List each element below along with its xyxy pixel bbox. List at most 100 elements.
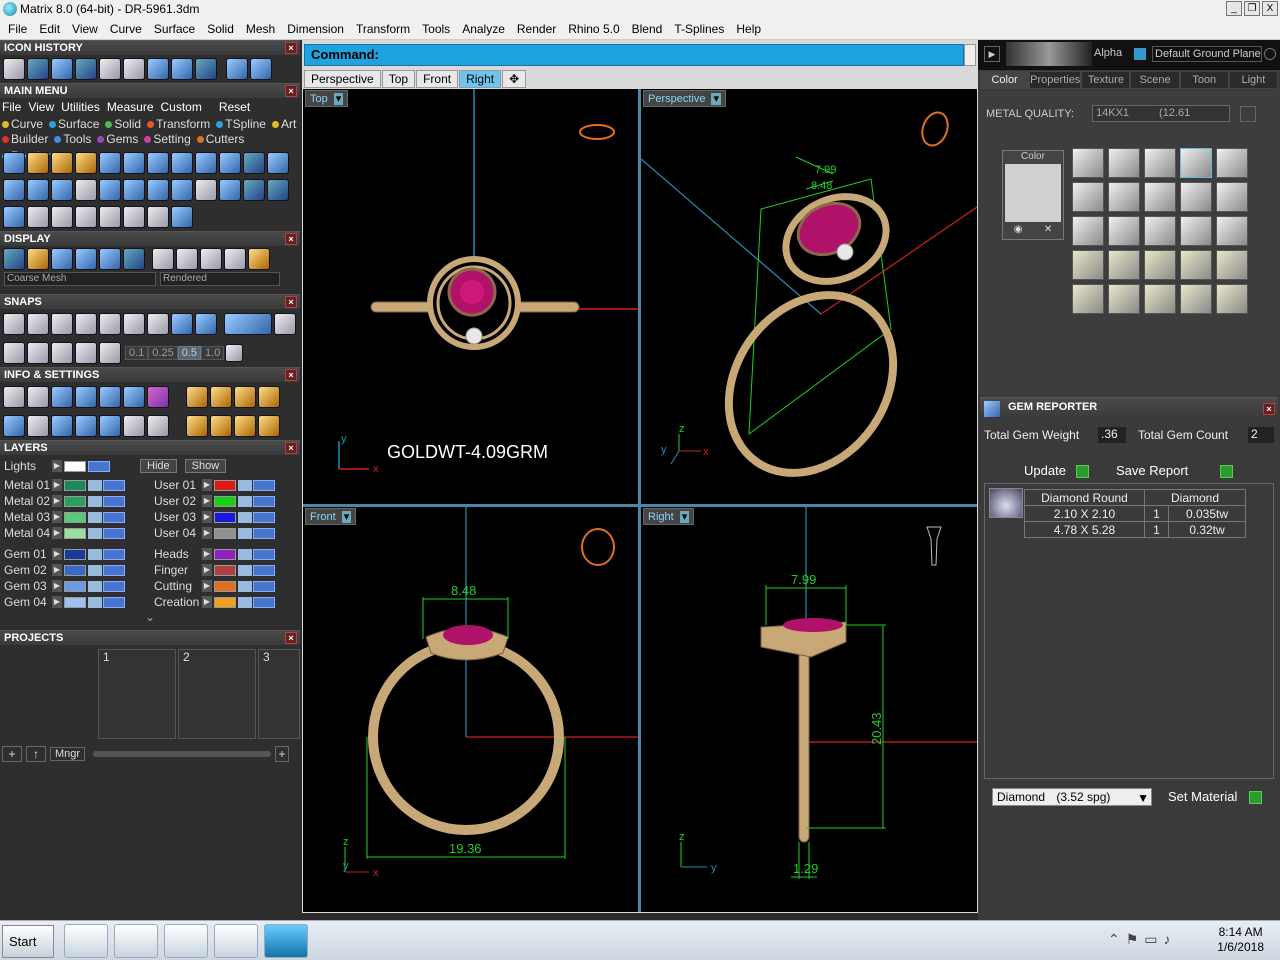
layer-color-swatch[interactable] <box>214 479 236 491</box>
layer-color-swatch[interactable] <box>214 511 236 523</box>
wireframe-icon[interactable] <box>3 248 25 270</box>
tool-icon[interactable] <box>51 58 73 80</box>
snap-value[interactable]: 0.1 <box>125 345 149 360</box>
project-slot[interactable]: 1 <box>98 649 176 739</box>
lock-icon[interactable] <box>238 479 252 491</box>
menu-view[interactable]: View <box>66 22 104 36</box>
builder-item-curve[interactable]: Curve <box>2 117 43 131</box>
material-cube-icon[interactable] <box>1216 216 1248 246</box>
snap-icon[interactable] <box>171 312 193 335</box>
builder-item-surface[interactable]: Surface <box>49 117 99 131</box>
tool-icon[interactable] <box>99 206 121 229</box>
filter-icon[interactable] <box>99 414 121 437</box>
menu-file[interactable]: File <box>2 22 33 36</box>
tool-icon[interactable] <box>243 178 265 201</box>
material-select[interactable]: Diamond (3.52 spg) ▼ <box>992 788 1152 806</box>
visibility-toggle[interactable] <box>103 495 125 507</box>
metal-quality-select[interactable]: 14KX1 (12.61 <box>1092 105 1230 122</box>
sphere-icon[interactable] <box>176 248 198 270</box>
visibility-toggle[interactable] <box>103 596 125 608</box>
tool-icon[interactable] <box>123 151 145 174</box>
menu-edit[interactable]: Edit <box>33 22 66 36</box>
add-icon[interactable]: + <box>275 746 290 762</box>
save-report-button[interactable]: Save Report <box>1116 463 1233 479</box>
viewport-label[interactable]: Right ▾ <box>643 508 695 525</box>
layer-color-swatch[interactable] <box>64 564 86 576</box>
project-slot[interactable]: 3 <box>258 649 300 739</box>
visibility-toggle[interactable] <box>103 511 125 523</box>
menu-tsplines[interactable]: T-Splines <box>668 22 730 36</box>
material-cube-icon[interactable] <box>1108 216 1140 246</box>
tool-icon[interactable] <box>186 414 208 437</box>
palette-icon[interactable]: ◉ <box>1014 224 1023 235</box>
globe-icon[interactable] <box>195 58 217 80</box>
tool-icon[interactable] <box>51 385 73 408</box>
command-bar[interactable]: Command: <box>304 44 964 66</box>
ground-plane-icon[interactable] <box>1264 48 1276 60</box>
tool-icon[interactable] <box>210 385 232 408</box>
lock-icon[interactable] <box>88 596 102 608</box>
snap-icon[interactable] <box>147 312 169 335</box>
tool-icon[interactable] <box>51 151 73 174</box>
expand-arrow-icon[interactable]: ▶ <box>52 596 62 608</box>
tool-icon[interactable] <box>171 151 193 174</box>
expand-arrow-icon[interactable]: ▶ <box>52 511 62 523</box>
layer-color-swatch[interactable] <box>214 548 236 560</box>
expand-arrow-icon[interactable]: ▶ <box>52 479 62 491</box>
viewport-label[interactable]: Top ▾ <box>305 90 349 107</box>
layer-row[interactable]: Metal 04 ▶ <box>0 525 150 541</box>
tool-icon[interactable] <box>27 341 49 364</box>
clock[interactable]: 8:14 AM 1/6/2018 <box>1217 925 1264 955</box>
tool-icon[interactable] <box>210 414 232 437</box>
expand-arrow-icon[interactable]: ▶ <box>52 460 62 472</box>
display-mode-select[interactable]: Rendered <box>160 272 280 286</box>
tool-icon[interactable] <box>147 206 169 229</box>
color-preview[interactable] <box>1005 164 1061 222</box>
layer-color-swatch[interactable] <box>64 548 86 560</box>
builder-item-cutters[interactable]: Cutters <box>196 132 244 146</box>
sphere-icon[interactable] <box>75 248 97 270</box>
material-cube-icon[interactable] <box>1108 182 1140 212</box>
layer-color-swatch[interactable] <box>64 511 86 523</box>
lock-icon[interactable] <box>88 479 102 491</box>
layer-row[interactable]: User 02 ▶ <box>150 493 300 509</box>
lock-icon[interactable] <box>238 548 252 560</box>
material-cube-icon[interactable] <box>1180 250 1212 280</box>
builder-item-gems[interactable]: Gems <box>97 132 138 146</box>
material-cube-icon[interactable] <box>1216 250 1248 280</box>
lock-icon[interactable] <box>88 580 102 592</box>
layer-color-swatch[interactable] <box>64 495 86 507</box>
tool-icon[interactable] <box>147 414 169 437</box>
tool-icon[interactable] <box>258 414 280 437</box>
lock-icon[interactable] <box>88 511 102 523</box>
material-cube-icon[interactable] <box>1216 182 1248 212</box>
tool-icon[interactable] <box>123 248 145 270</box>
layer-color-swatch[interactable] <box>64 596 86 608</box>
tool-icon[interactable] <box>123 206 145 229</box>
close-icon[interactable]: × <box>285 369 297 381</box>
lock-icon[interactable] <box>238 511 252 523</box>
viewport-label[interactable]: Perspective ▾ <box>643 90 727 107</box>
menu-dimension[interactable]: Dimension <box>281 22 350 36</box>
layer-color-swatch[interactable] <box>64 527 86 539</box>
grid-icon[interactable] <box>274 312 296 335</box>
tool-icon[interactable] <box>3 341 25 364</box>
gear-icon[interactable] <box>3 385 25 408</box>
tool-icon[interactable] <box>27 151 49 174</box>
snap-icon[interactable] <box>51 312 73 335</box>
table-row[interactable]: 4.78 X 5.28 1 0.32tw <box>1024 521 1246 538</box>
tool-icon[interactable] <box>99 341 121 364</box>
tool-icon[interactable] <box>267 151 289 174</box>
lock-icon[interactable] <box>238 580 252 592</box>
minimize-button[interactable]: _ <box>1226 1 1242 16</box>
tool-icon[interactable] <box>3 206 25 229</box>
material-cube-icon[interactable] <box>1180 284 1212 314</box>
browser-icon[interactable] <box>114 924 158 958</box>
lock-icon[interactable] <box>88 548 102 560</box>
manager-button[interactable]: Mngr <box>50 747 86 761</box>
close-icon[interactable]: × <box>285 632 297 644</box>
builder-item-setting[interactable]: Setting <box>144 132 191 146</box>
expand-arrow-icon[interactable]: ▶ <box>202 564 212 576</box>
panel-collapse[interactable]: ⌄ <box>0 610 300 630</box>
layer-row[interactable]: Gem 03 ▶ <box>0 578 150 594</box>
